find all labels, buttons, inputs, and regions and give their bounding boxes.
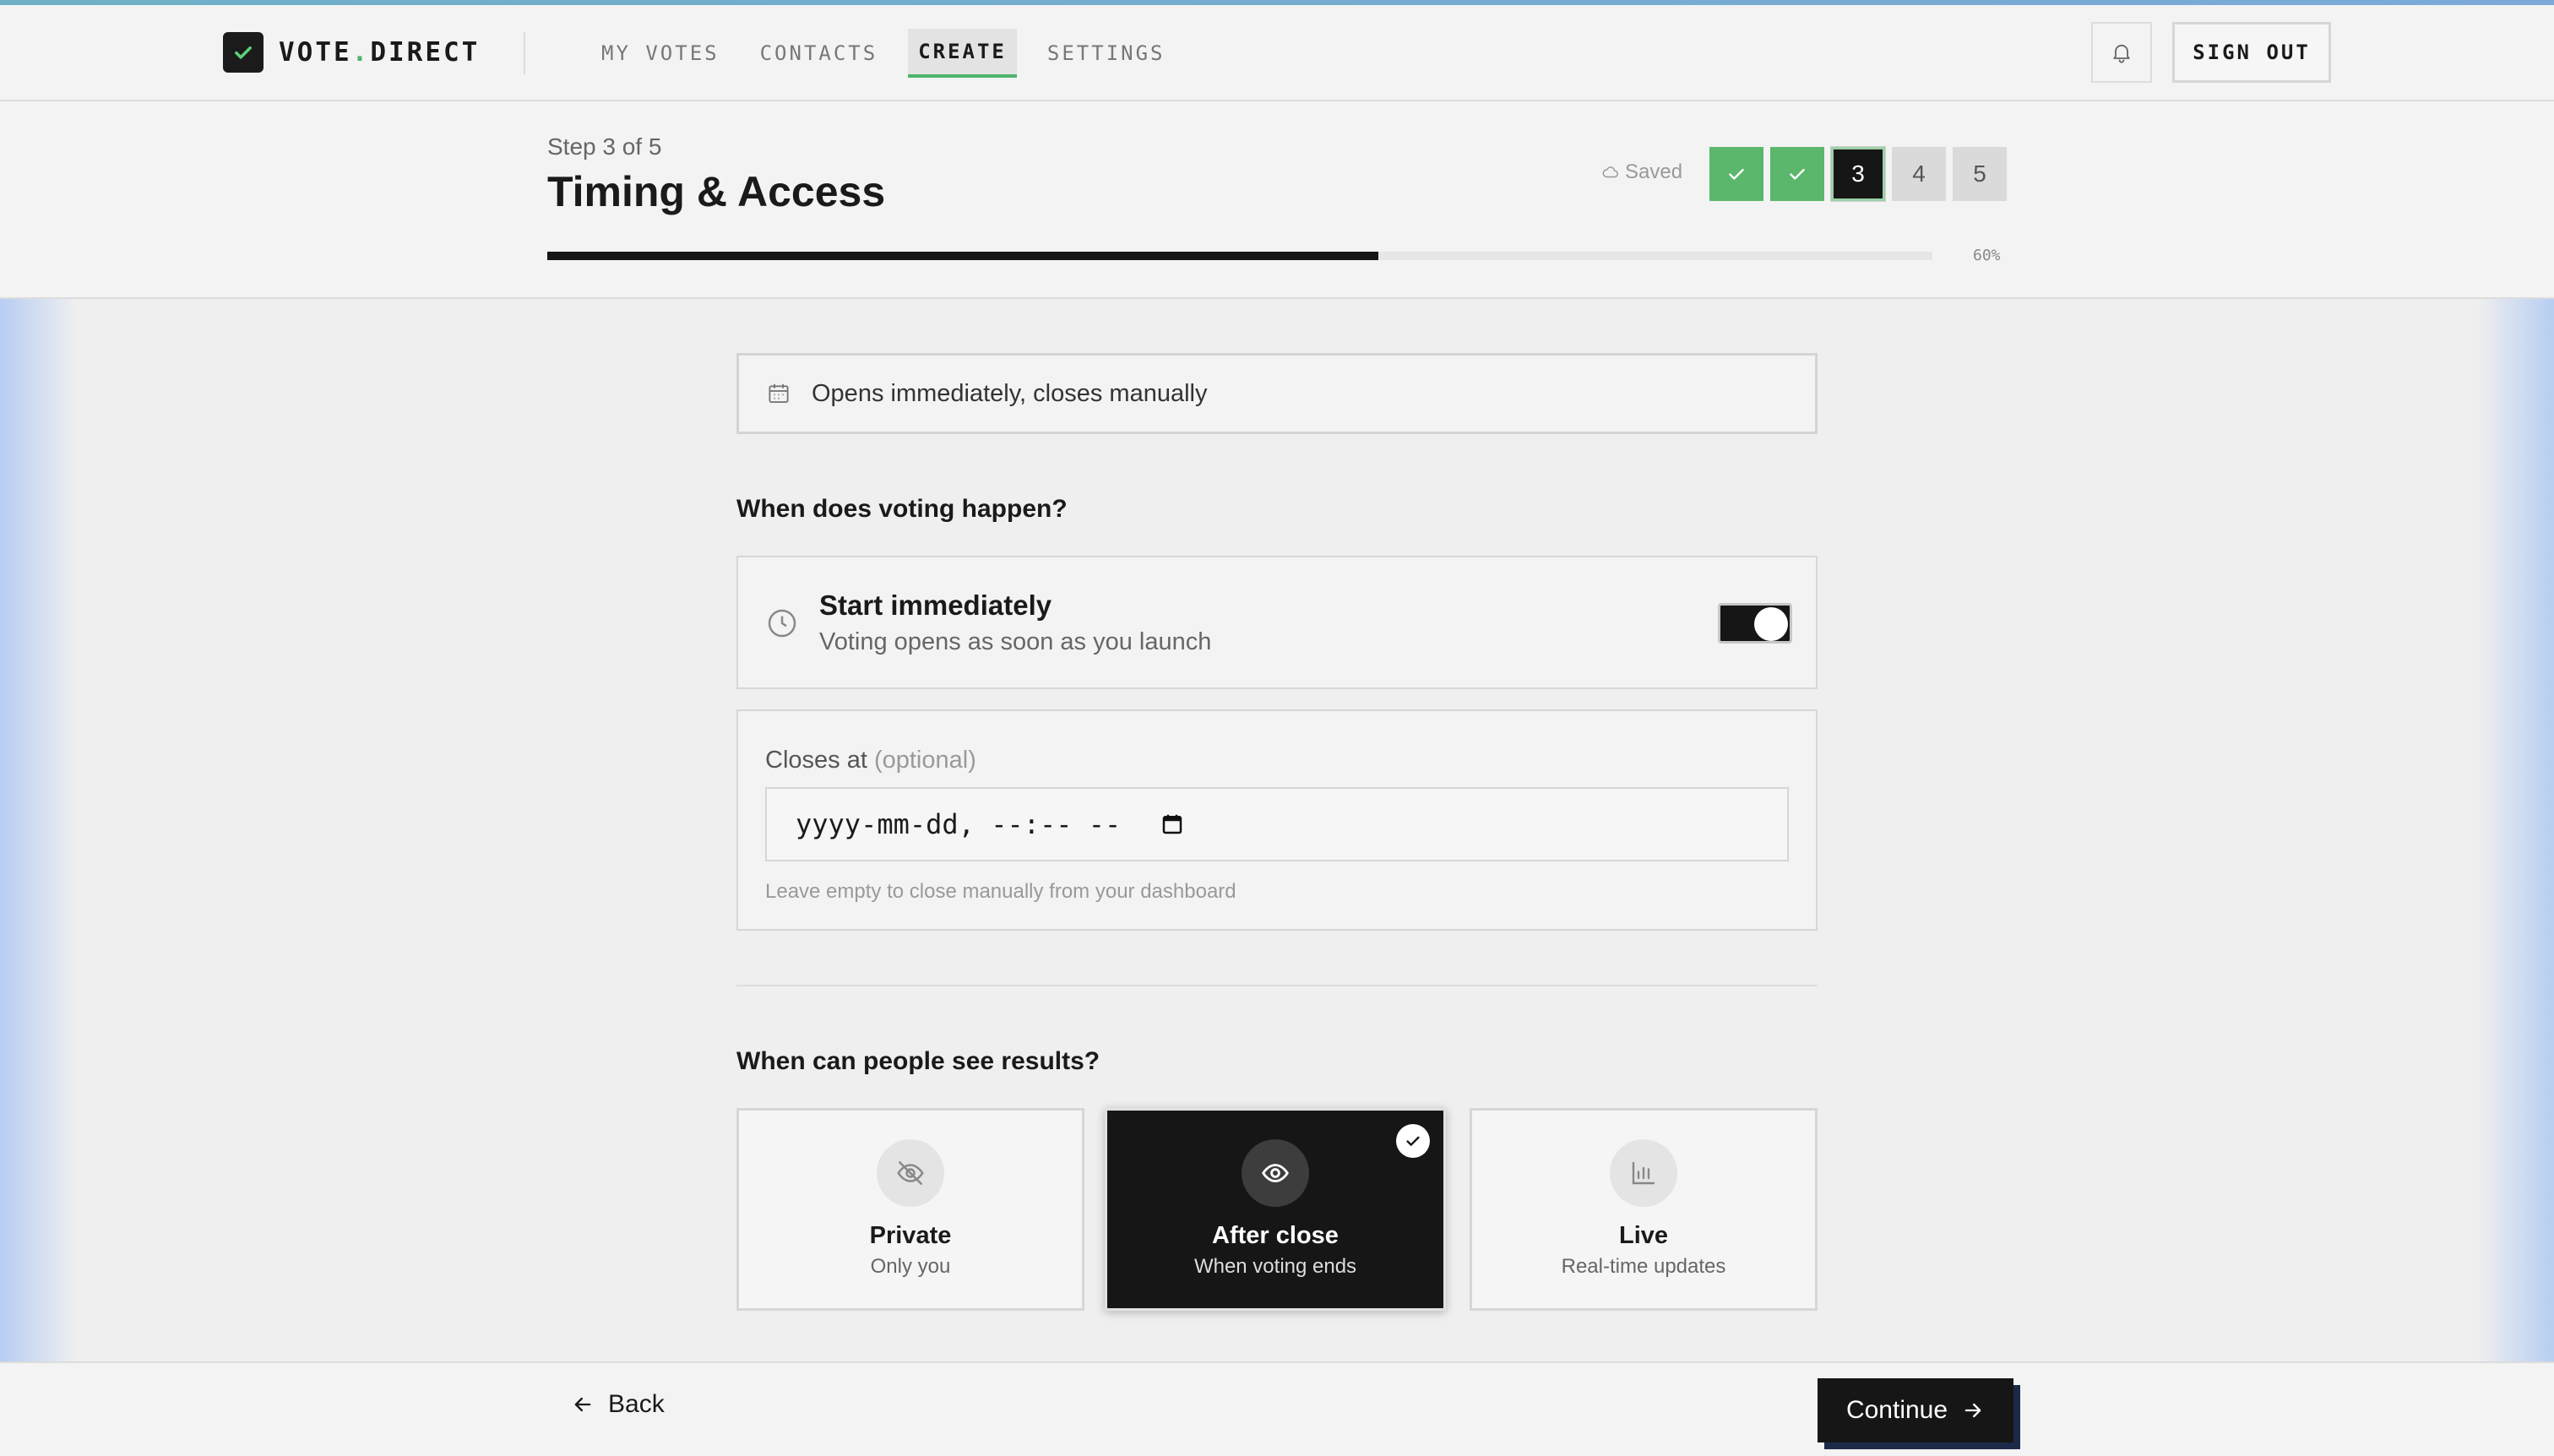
closes-at-card: Closes at (optional) yyyy-mm-dd, --:-- -… [736,709,1818,931]
arrow-right-icon [1964,1403,1981,1418]
calendar-picker-icon[interactable] [1160,812,1185,837]
section-divider [736,985,1818,986]
progress-fill [547,252,1378,260]
back-button[interactable]: Back [571,1390,665,1419]
step-3-current[interactable]: 3 [1831,147,1885,201]
option-title: After close [1212,1222,1339,1249]
option-subtitle: When voting ends [1193,1255,1357,1278]
closes-at-label: Closes at (optional) [765,747,976,774]
top-nav: VOTE.DIRECT MY VOTES CONTACTS CREATE SET… [0,5,2554,101]
calendar-icon [769,383,789,403]
bell-icon [2113,44,2130,63]
nav-item-create[interactable]: CREATE [908,29,1017,78]
saved-status: Saved [1601,160,1682,184]
step-5[interactable]: 5 [1953,147,2007,201]
wizard-header: Step 3 of 5 Timing & Access Saved 3 4 5 … [0,101,2554,299]
toggle-knob [1754,607,1788,641]
timing-question: When does voting happen? [736,495,1068,523]
arrow-left-icon [574,1397,591,1412]
logo-check-icon [223,32,264,73]
check-icon [1790,168,1805,180]
step-counter: Step 3 of 5 [547,133,662,160]
nav-item-my-votes[interactable]: MY VOTES [591,29,730,78]
eye-icon [1242,1139,1309,1207]
selected-check-icon [1396,1124,1430,1158]
back-label: Back [608,1390,665,1418]
results-question: When can people see results? [736,1047,1100,1075]
step-indicator: 3 4 5 [1709,147,2007,201]
start-title: Start immediately [819,589,1052,621]
results-option-private[interactable]: Private Only you [736,1108,1084,1311]
nav-item-settings[interactable]: SETTINGS [1037,29,1176,78]
results-visibility-options: Private Only you After close When voting… [736,1108,1818,1311]
step-1-done[interactable] [1709,147,1763,201]
continue-button[interactable]: Continue [1818,1378,2013,1442]
check-icon [1729,168,1744,180]
main-nav: MY VOTES CONTACTS CREATE SETTINGS [591,29,1175,78]
cloud-icon [1602,166,1618,178]
results-option-live[interactable]: Live Real-time updates [1470,1108,1818,1311]
eye-off-icon [877,1139,944,1207]
summary-text: Opens immediately, closes manually [812,379,1208,407]
nav-item-contacts[interactable]: CONTACTS [750,29,888,78]
start-subtitle: Voting opens as soon as you launch [819,628,1212,655]
schedule-summary: Opens immediately, closes manually [736,353,1818,434]
clock-icon [768,609,796,638]
step-4[interactable]: 4 [1892,147,1946,201]
option-title: Private [869,1222,952,1249]
results-option-after-close[interactable]: After close When voting ends [1105,1108,1446,1311]
start-immediately-card: Start immediately Voting opens as soon a… [736,556,1818,689]
bar-chart-icon [1610,1139,1677,1207]
logo-text: VOTE.DIRECT [279,37,481,68]
nav-divider [524,32,525,74]
step-2-done[interactable] [1770,147,1824,201]
progress-bar [547,252,1932,260]
start-immediately-toggle[interactable] [1718,603,1792,644]
notifications-button[interactable] [2091,22,2152,83]
closes-at-hint: Leave empty to close manually from your … [765,880,1236,903]
logo[interactable]: VOTE.DIRECT [223,32,480,73]
sign-out-button[interactable]: SIGN OUT [2172,22,2331,83]
wizard-footer: Back Continue [0,1361,2554,1456]
continue-label: Continue [1845,1396,1948,1424]
option-subtitle: Only you [870,1255,951,1278]
closes-at-input[interactable]: yyyy-mm-dd, --:-- -- [765,787,1789,861]
date-placeholder: yyyy-mm-dd, --:-- -- [796,808,1122,840]
progress-percent: 60% [1973,247,2001,264]
saved-label: Saved [1625,160,1683,183]
page-title: Timing & Access [547,168,886,215]
option-title: Live [1618,1222,1669,1249]
option-subtitle: Real-time updates [1561,1255,1726,1278]
